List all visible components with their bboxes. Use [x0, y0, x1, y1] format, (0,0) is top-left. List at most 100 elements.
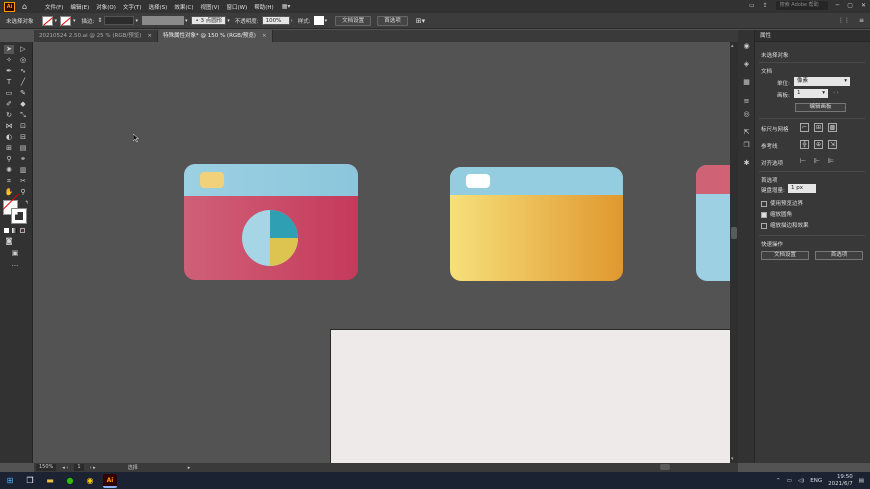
pen-tool-icon[interactable]: ✒ [4, 67, 14, 76]
style-swatch[interactable] [313, 16, 324, 25]
scale-corners-row[interactable]: 缩放圆角 [761, 210, 792, 218]
type-tool-icon[interactable]: T [4, 78, 14, 87]
stroke-swatch[interactable] [60, 15, 72, 26]
scale-tool-icon[interactable]: ⤡ [18, 111, 28, 120]
menu-edit[interactable]: 编辑(E) [70, 3, 89, 11]
menu-help[interactable]: 帮助(H) [254, 3, 273, 11]
swap-fill-stroke-icon[interactable]: ↰ [22, 199, 32, 208]
snap-to-glyph-icon[interactable]: ⊫ [828, 157, 834, 165]
illustrator-taskbar-icon[interactable]: Ai [103, 473, 117, 488]
arrange-icon[interactable]: ⊞▾ [416, 17, 425, 25]
document-setup-button[interactable]: 文档设置 [335, 15, 372, 26]
home-icon[interactable]: ⌂ [22, 2, 31, 11]
blend-tool-icon[interactable]: ⚭ [18, 155, 28, 164]
brush-dropdown-icon[interactable]: ▾ [227, 18, 230, 24]
lasso-tool-icon[interactable]: ◎ [18, 56, 28, 65]
brushes-panel-icon[interactable]: ✱ [742, 159, 751, 167]
rectangle-tool-icon[interactable]: ▭ [4, 89, 14, 98]
magic-wand-tool-icon[interactable]: ✧ [4, 56, 14, 65]
slice-tool-icon[interactable]: ✂ [18, 177, 28, 186]
opacity-arrow-icon[interactable]: › [291, 18, 293, 24]
artboard-number-field[interactable]: 1 [74, 464, 84, 471]
document-setup-quick-button[interactable]: 文档设置 [761, 251, 809, 260]
transparency-grid-icon[interactable]: ▩ [828, 123, 837, 132]
maximize-icon[interactable]: ▢ [847, 2, 853, 9]
smart-guides-icon[interactable]: ⇲ [828, 140, 837, 149]
zoom-tool-icon[interactable]: ⚲ [18, 188, 28, 197]
mesh-tool-icon[interactable]: ⊞ [4, 144, 14, 153]
artboard[interactable] [330, 329, 730, 463]
screen-mode-icon[interactable]: ▣ [10, 249, 20, 258]
menu-select[interactable]: 选择(S) [149, 3, 168, 11]
arrange-docs-icon[interactable]: ▭ [749, 2, 755, 9]
eraser-tool-icon[interactable]: ◆ [18, 100, 28, 109]
stroke-weight-dropdown-icon[interactable]: ▾ [135, 18, 138, 24]
ruler-icon[interactable]: ⌐ [800, 123, 809, 132]
stroke-stepper-icon[interactable]: ⇕ [97, 17, 102, 24]
tab-document-1[interactable]: 20210524 2.50.ai @ 25 % (RGB/预览) × [34, 30, 158, 42]
minimize-icon[interactable]: ─ [836, 2, 840, 9]
width-tool-icon[interactable]: ⋈ [4, 122, 14, 131]
close-tab-icon[interactable]: × [262, 33, 267, 39]
scroll-down-icon[interactable]: ▾ [731, 456, 734, 462]
windows-start-icon[interactable]: ⊞ [3, 474, 17, 488]
share-icon[interactable]: ⇪ [763, 2, 768, 9]
scale-strokes-checkbox[interactable] [761, 222, 767, 229]
draw-mode-icon[interactable]: ◙ [4, 237, 14, 246]
scroll-up-icon[interactable]: ▴ [731, 43, 734, 49]
vertical-scroll-thumb[interactable] [731, 227, 737, 239]
gradient-mode-icon[interactable] [12, 228, 17, 233]
clock[interactable]: 19:50 2021/6/7 [828, 474, 853, 488]
stroke-dropdown-icon[interactable]: ▾ [73, 18, 76, 24]
snap-to-point-icon[interactable]: ⊢ [800, 157, 806, 165]
appearance-panel-icon[interactable]: ◎ [742, 110, 751, 118]
stroke-panel-icon[interactable]: ≡ [742, 97, 751, 105]
fill-swatch[interactable] [41, 15, 53, 26]
wechat-icon[interactable]: ● [63, 474, 77, 488]
none-mode-icon[interactable] [20, 228, 25, 233]
tray-overflow-icon[interactable]: ⌃ [776, 478, 781, 484]
free-transform-tool-icon[interactable]: ⊡ [18, 122, 28, 131]
paintbrush-tool-icon[interactable]: ✎ [18, 89, 28, 98]
edit-toolbar-icon[interactable]: ··· [10, 262, 20, 271]
artboard-nav-icons[interactable]: ‹ › [833, 90, 839, 96]
variable-width-profile[interactable] [141, 16, 184, 25]
workspace-switcher-icon[interactable]: ▦▾ [282, 3, 291, 10]
tab-document-2[interactable]: 特殊属性对象* @ 150 % (RGB/预览) × [157, 30, 273, 42]
keyboard-increment-field[interactable]: 1 px [788, 184, 816, 193]
artboard-nav-next-icon[interactable]: › ▸ [90, 465, 96, 471]
preview-bounds-checkbox[interactable] [761, 200, 767, 207]
menu-file[interactable]: 文件(F) [45, 3, 63, 11]
blue-card-graphic[interactable] [696, 165, 730, 281]
zoom-dropdown[interactable]: 150% [36, 464, 57, 471]
style-dropdown-icon[interactable]: ▾ [325, 18, 328, 24]
symbol-sprayer-tool-icon[interactable]: ✺ [4, 166, 14, 175]
shape-builder-tool-icon[interactable]: ◐ [4, 133, 14, 142]
units-dropdown[interactable]: 像素 ▾ [794, 77, 850, 86]
fill-dropdown-icon[interactable]: ▾ [55, 18, 58, 24]
preferences-quick-button[interactable]: 首选项 [815, 251, 863, 260]
vertical-scrollbar[interactable]: ▴ ▾ [730, 42, 738, 463]
shaper-tool-icon[interactable]: ✐ [4, 100, 14, 109]
horizontal-scrollbar[interactable] [234, 463, 724, 472]
stroke-weight-field[interactable] [104, 16, 135, 25]
yellow-card-graphic[interactable] [450, 167, 623, 281]
scale-corners-checkbox[interactable] [761, 211, 767, 218]
stroke-color-icon[interactable] [11, 208, 27, 224]
column-graph-tool-icon[interactable]: ▥ [18, 166, 28, 175]
language-indicator[interactable]: ENG [810, 478, 822, 484]
close-window-icon[interactable]: ✕ [861, 2, 866, 9]
scale-strokes-row[interactable]: 缩放描边和效果 [761, 221, 809, 229]
file-explorer-icon[interactable]: ▬ [43, 474, 57, 488]
notification-icon[interactable]: ▤ [859, 478, 864, 484]
rotate-tool-icon[interactable]: ↻ [4, 111, 14, 120]
show-guides-icon[interactable]: ╬ [800, 140, 809, 149]
direct-selection-tool-icon[interactable]: ▷ [18, 45, 28, 54]
export-panel-icon[interactable]: ⇱ [742, 128, 751, 136]
menu-object[interactable]: 对象(O) [96, 3, 116, 11]
line-tool-icon[interactable]: ╱ [18, 78, 28, 87]
edit-artboards-button[interactable]: 编辑画板 [795, 103, 846, 112]
curvature-tool-icon[interactable]: ∿ [18, 67, 28, 76]
artboard-tool-icon[interactable]: ⌗ [4, 177, 14, 186]
close-tab-icon[interactable]: × [147, 33, 152, 39]
